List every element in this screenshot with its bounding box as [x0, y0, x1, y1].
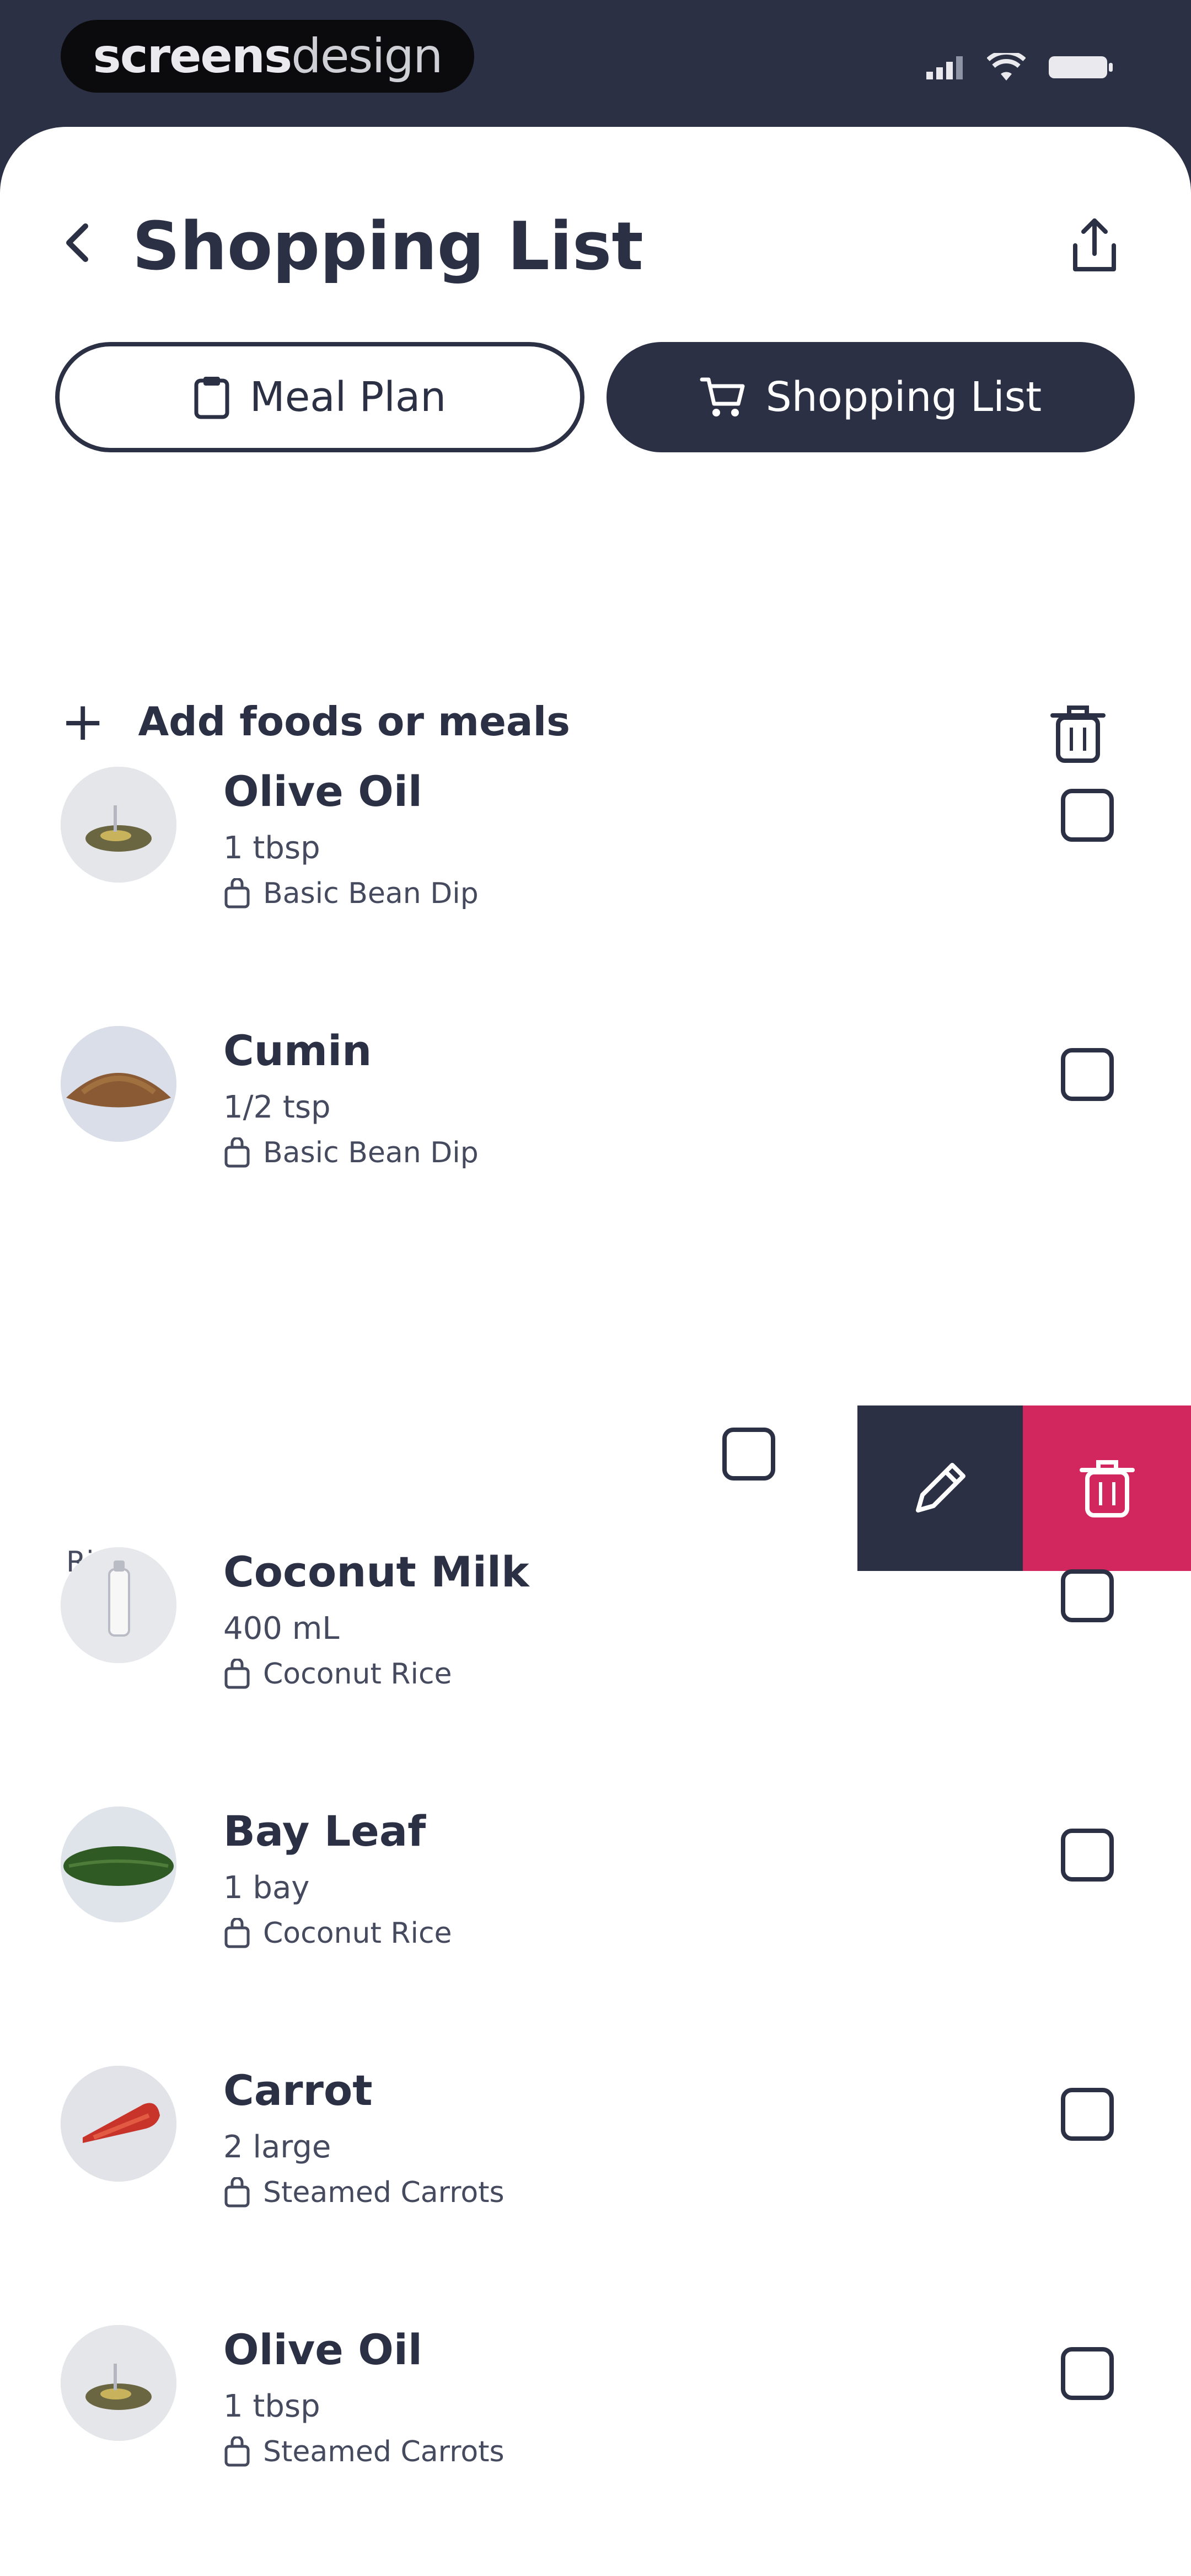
tab-shopping-list[interactable]: Shopping List — [607, 342, 1135, 452]
item-checkbox[interactable] — [1061, 1829, 1114, 1882]
list-item[interactable]: Carrot 2 large Steamed Carrots — [0, 2066, 1191, 2248]
battery-icon — [1049, 56, 1113, 78]
shopping-list-screen: Shopping List Meal Plan Shopping List + … — [0, 127, 1191, 2576]
delete-item-button[interactable] — [1023, 1405, 1191, 1571]
item-name: Olive Oil — [223, 2325, 422, 2374]
item-checkbox[interactable] — [1061, 2088, 1114, 2141]
trash-icon — [1079, 1460, 1135, 1517]
list-item[interactable]: Cumin 1/2 tsp Basic Bean Dip — [0, 1026, 1191, 1208]
clipboard-icon — [194, 377, 229, 419]
item-quantity: 2 large — [223, 2129, 331, 2165]
item-meal-label: Basic Bean Dip — [263, 1136, 479, 1169]
pencil-icon — [916, 1463, 965, 1513]
item-checkbox[interactable] — [722, 1428, 775, 1481]
cellular-signal-icon — [926, 56, 963, 79]
olive-oil-image — [61, 767, 176, 883]
plus-icon: + — [61, 691, 105, 752]
item-meal: Coconut Rice — [223, 1917, 452, 1950]
item-meal: Basic Bean Dip — [223, 877, 479, 910]
back-chevron-icon[interactable] — [55, 221, 99, 265]
item-meal-label: Steamed Carrots — [263, 2435, 505, 2468]
item-meal: Basic Bean Dip — [223, 1136, 479, 1169]
share-icon[interactable] — [1064, 215, 1125, 276]
tab-meal-plan-label: Meal Plan — [249, 373, 447, 421]
item-name: Olive Oil — [223, 767, 422, 816]
olive-oil-image — [61, 2325, 176, 2441]
item-quantity: 1 tbsp — [223, 2388, 320, 2424]
bag-icon — [224, 1137, 250, 1168]
list-item[interactable]: Olive Oil 1 tbsp Basic Bean Dip — [0, 767, 1191, 949]
page-title: Shopping List — [132, 209, 643, 285]
carrot-image — [61, 2066, 176, 2182]
brand-light: design — [291, 29, 443, 84]
item-checkbox[interactable] — [1061, 1048, 1114, 1101]
wifi-icon — [987, 53, 1026, 81]
swiped-list-item[interactable]: Rice — [0, 1405, 1191, 1579]
list-item[interactable]: Coconut Milk 400 mL Coconut Rice — [0, 1547, 1191, 1729]
list-item[interactable]: Bay Leaf 1 bay Coconut Rice — [0, 1807, 1191, 1989]
item-meal: Coconut Rice — [223, 1658, 452, 1691]
bay-leaf-image — [61, 1807, 176, 1922]
item-meal-label: Basic Bean Dip — [263, 877, 479, 910]
item-checkbox[interactable] — [1061, 1569, 1114, 1622]
item-name: Coconut Milk — [223, 1547, 529, 1596]
item-name: Carrot — [223, 2066, 373, 2115]
item-quantity: 400 mL — [223, 1611, 340, 1647]
item-name: Cumin — [223, 1026, 372, 1075]
item-meal: Steamed Carrots — [223, 2435, 505, 2468]
item-quantity: 1 bay — [223, 1870, 310, 1906]
coconut-milk-image — [61, 1547, 176, 1663]
item-meal-label: Steamed Carrots — [263, 2176, 505, 2209]
item-checkbox[interactable] — [1061, 789, 1114, 842]
item-name: Bay Leaf — [223, 1807, 426, 1856]
bag-icon — [224, 2177, 250, 2208]
tab-shopping-list-label: Shopping List — [765, 373, 1042, 421]
tab-meal-plan[interactable]: Meal Plan — [55, 342, 584, 452]
item-meal-label: Coconut Rice — [263, 1658, 452, 1691]
item-meal: Steamed Carrots — [223, 2176, 505, 2209]
clear-list-trash-icon[interactable] — [1050, 703, 1106, 764]
item-quantity: 1 tbsp — [223, 830, 320, 866]
bag-icon — [224, 1918, 250, 1948]
add-foods-button[interactable]: + Add foods or meals — [61, 695, 570, 748]
list-item[interactable]: Olive Oil 1 tbsp Steamed Carrots — [0, 2325, 1191, 2507]
item-checkbox[interactable] — [1061, 2347, 1114, 2400]
header: Shopping List — [0, 127, 1191, 292]
cumin-image — [61, 1026, 176, 1142]
edit-item-button[interactable] — [857, 1405, 1023, 1571]
status-bar: screens design — [0, 0, 1191, 127]
bag-icon — [224, 1659, 250, 1689]
brand-logo: screens design — [61, 20, 474, 93]
bag-icon — [224, 878, 250, 908]
add-foods-label: Add foods or meals — [138, 698, 571, 745]
item-meal-label: Coconut Rice — [263, 1917, 452, 1950]
cart-icon — [700, 377, 745, 416]
brand-bold: screens — [93, 29, 293, 84]
bag-icon — [224, 2436, 250, 2467]
status-icons — [926, 53, 1114, 82]
item-quantity: 1/2 tsp — [223, 1089, 331, 1125]
